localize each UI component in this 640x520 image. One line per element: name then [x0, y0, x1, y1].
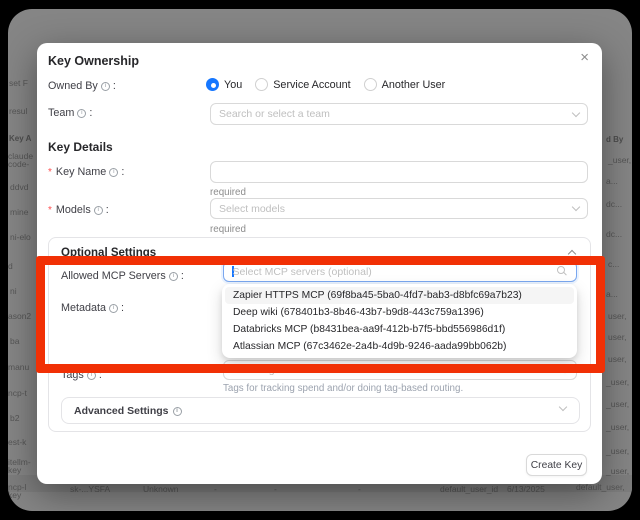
- bg-cell-fragment: _user,: [606, 399, 629, 409]
- bg-key-alias-fragment: ason2: [8, 311, 31, 321]
- label-colon: :: [113, 80, 116, 92]
- owned-by-label-text: Owned By: [48, 80, 98, 92]
- team-placeholder: Search or select a team: [219, 108, 330, 120]
- bg-cell-fragment: _user,: [606, 377, 629, 387]
- bg-cell-fragment: -: [214, 484, 217, 494]
- bg-cell-fragment: _user,: [606, 466, 629, 476]
- advanced-settings-accordion[interactable]: Advanced Settings: [61, 397, 580, 424]
- team-label-text: Team: [48, 107, 74, 119]
- chevron-down-icon: [572, 108, 580, 116]
- radio-service-account[interactable]: Service Account: [255, 78, 350, 91]
- bg-key-alias-fragment: est-k: [8, 437, 26, 447]
- bg-cell-fragment: _user,: [606, 422, 629, 432]
- models-select[interactable]: Select models: [210, 198, 588, 219]
- key-name-label: * Key Name :: [48, 166, 124, 178]
- radio-you[interactable]: You: [206, 78, 242, 91]
- bg-key-alias-fragment: ba: [10, 336, 19, 346]
- bg-key-alias-fragment: b2: [10, 413, 19, 423]
- info-icon[interactable]: [77, 109, 86, 118]
- chevron-down-icon: [559, 403, 567, 411]
- label-colon: :: [121, 166, 124, 178]
- bg-cell-fragment: -: [358, 484, 361, 494]
- bg-cell-fragment: user,: [608, 332, 626, 342]
- label-colon: :: [89, 107, 92, 119]
- tags-help-text: Tags for tracking spend and/or doing tag…: [223, 383, 463, 394]
- bg-key-alias-fragment: ni-elo: [10, 232, 31, 242]
- bg-key-alias-fragment: ddvd: [10, 182, 28, 192]
- radio-you-label: You: [224, 79, 242, 91]
- key-name-input[interactable]: [210, 161, 588, 183]
- bg-key-alias-fragment: key: [8, 490, 21, 500]
- owned-by-label: Owned By :: [48, 80, 116, 92]
- radio-unselected-icon[interactable]: [255, 78, 268, 91]
- chevron-down-icon: [572, 203, 580, 211]
- bg-cell-fragment: _user,: [608, 155, 631, 165]
- bg-cell-fragment: -: [274, 484, 277, 494]
- bg-cell-fragment: _user,: [606, 446, 629, 456]
- radio-unselected-icon[interactable]: [364, 78, 377, 91]
- annotation-highlight-rectangle: [36, 256, 605, 373]
- models-required-note: required: [210, 224, 246, 235]
- bg-key-hash-fragment: sk-...YSFA: [70, 484, 110, 494]
- bg-key-alias-fragment: manu: [8, 362, 29, 372]
- bg-cell-fragment: Unknown: [143, 484, 178, 494]
- info-icon[interactable]: [173, 407, 182, 416]
- bg-cell-fragment: 6/13/2025: [507, 484, 545, 494]
- bg-cell-fragment: a...: [606, 176, 618, 186]
- bg-cell-fragment: a...: [606, 289, 618, 299]
- bg-key-alias-fragment: key: [8, 465, 21, 475]
- radio-service-account-label: Service Account: [273, 79, 350, 91]
- label-colon: :: [106, 204, 109, 216]
- modal-title: Key Ownership: [48, 54, 139, 68]
- bg-cell-fragment: dc...: [606, 229, 622, 239]
- key-name-label-text: Key Name: [56, 166, 106, 178]
- close-icon[interactable]: ×: [580, 50, 589, 65]
- advanced-settings-label: Advanced Settings: [74, 405, 182, 417]
- bg-key-alias-fragment: d: [8, 261, 13, 271]
- required-asterisk: *: [48, 205, 52, 216]
- bg-cell-fragment: user,: [608, 354, 626, 364]
- dimmed-app-window: set F resul Key A claude code- ddvd mine…: [8, 9, 632, 511]
- required-asterisk: *: [48, 167, 52, 178]
- models-placeholder: Select models: [219, 203, 285, 215]
- bg-key-alias-fragment: ni: [10, 286, 17, 296]
- create-key-button[interactable]: Create Key: [526, 454, 587, 476]
- bg-key-alias-fragment: code-: [8, 159, 29, 169]
- key-name-required-note: required: [210, 187, 246, 198]
- bg-key-alias-fragment: ncp-t: [8, 388, 27, 398]
- key-details-heading: Key Details: [48, 140, 113, 154]
- bg-cell-fragment: default_user_id: [440, 484, 498, 494]
- models-label-text: Models: [56, 204, 91, 216]
- models-label: * Models :: [48, 204, 109, 216]
- team-label: Team :: [48, 107, 92, 119]
- owned-by-radio-group: You Service Account Another User: [206, 78, 445, 91]
- bg-created-by-header-fragment: d By: [606, 135, 623, 144]
- info-icon[interactable]: [94, 206, 103, 215]
- bg-key-alias-fragment: mine: [10, 207, 28, 217]
- bg-column-header-fragment: Key A: [9, 134, 31, 143]
- bg-cell-fragment: dc...: [606, 199, 622, 209]
- radio-selected-icon[interactable]: [206, 78, 219, 91]
- bg-results-fragment: resul: [9, 106, 27, 116]
- radio-another-user-label: Another User: [382, 79, 446, 91]
- bg-reset-filters-fragment: set F: [9, 78, 28, 88]
- info-icon[interactable]: [101, 82, 110, 91]
- team-select[interactable]: Search or select a team: [210, 103, 588, 125]
- info-icon[interactable]: [109, 168, 118, 177]
- radio-another-user[interactable]: Another User: [364, 78, 446, 91]
- advanced-settings-label-text: Advanced Settings: [74, 405, 169, 417]
- bg-cell-fragment: user,: [608, 311, 626, 321]
- bg-cell-fragment: c...: [608, 259, 619, 269]
